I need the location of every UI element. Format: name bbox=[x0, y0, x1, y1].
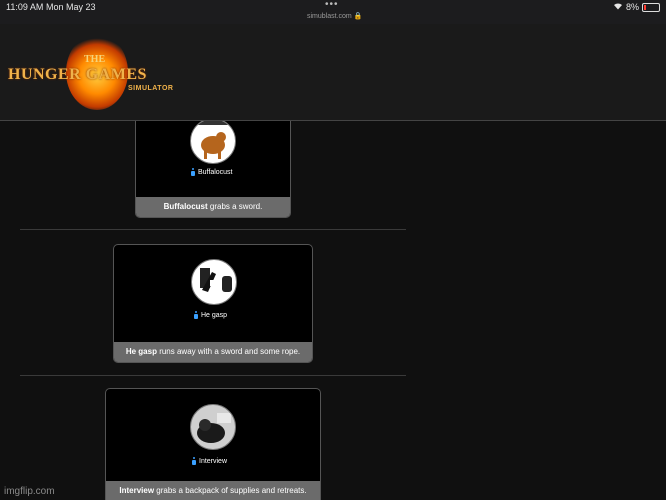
caption-name: Interview bbox=[119, 486, 155, 495]
person-photo-icon bbox=[200, 268, 232, 292]
event-card: Interview Interview grabs a backpack of … bbox=[105, 388, 321, 500]
multitask-dots-icon[interactable]: ••• bbox=[325, 0, 339, 10]
status-date: Mon May 23 bbox=[46, 2, 96, 12]
tribute-name: Interview bbox=[192, 457, 227, 465]
caption-action: grabs a sword. bbox=[209, 202, 263, 211]
site-header: THE HUNGER GAMES SIMULATOR bbox=[0, 24, 666, 121]
battery-percent: 8% bbox=[625, 2, 639, 12]
status-bar: 11:09 AM Mon May 23 ••• simublast.com 🔒 … bbox=[0, 0, 666, 24]
battery-icon bbox=[642, 2, 660, 12]
divider bbox=[20, 375, 406, 376]
person-icon bbox=[194, 311, 198, 319]
tribute-avatar bbox=[190, 121, 236, 164]
tribute-name: Buffalocust bbox=[191, 168, 233, 176]
wifi-icon bbox=[613, 2, 623, 12]
person-icon bbox=[192, 457, 196, 465]
event-caption: He gasp runs away with a sword and some … bbox=[114, 342, 312, 362]
caption-name: Buffalocust bbox=[163, 202, 208, 211]
event-card: Buffalocust Buffalocust grabs a sword. bbox=[135, 121, 291, 218]
event-caption: Buffalocust grabs a sword. bbox=[136, 197, 290, 217]
caption-name: He gasp bbox=[125, 347, 157, 356]
caption-action: grabs a backpack of supplies and retreat… bbox=[156, 486, 307, 495]
buffalo-drawing-icon bbox=[197, 121, 229, 159]
divider bbox=[20, 229, 406, 230]
person-icon bbox=[191, 168, 195, 176]
event-card: He gasp He gasp runs away with a sword a… bbox=[113, 244, 313, 363]
lock-icon: 🔒 bbox=[353, 13, 363, 20]
logo-title: HUNGER GAMES bbox=[8, 66, 147, 83]
event-feed: Buffalocust Buffalocust grabs a sword. H… bbox=[0, 121, 666, 500]
tribute-name: He gasp bbox=[194, 311, 227, 319]
hunger-games-logo[interactable]: THE HUNGER GAMES SIMULATOR bbox=[6, 30, 186, 114]
event-caption: Interview grabs a backpack of supplies a… bbox=[106, 481, 320, 500]
caption-action: runs away with a sword and some rope. bbox=[159, 347, 301, 356]
logo-the: THE bbox=[84, 54, 106, 65]
url-label[interactable]: simublast.com 🔒 bbox=[307, 12, 362, 20]
tribute-avatar bbox=[190, 404, 236, 450]
imgflip-watermark: imgflip.com bbox=[4, 486, 55, 497]
status-time: 11:09 AM bbox=[6, 2, 44, 12]
tribute-avatar bbox=[191, 259, 237, 305]
status-right: 8% bbox=[613, 2, 660, 12]
person-photo-icon bbox=[197, 413, 231, 443]
logo-subtitle: SIMULATOR bbox=[128, 85, 174, 92]
